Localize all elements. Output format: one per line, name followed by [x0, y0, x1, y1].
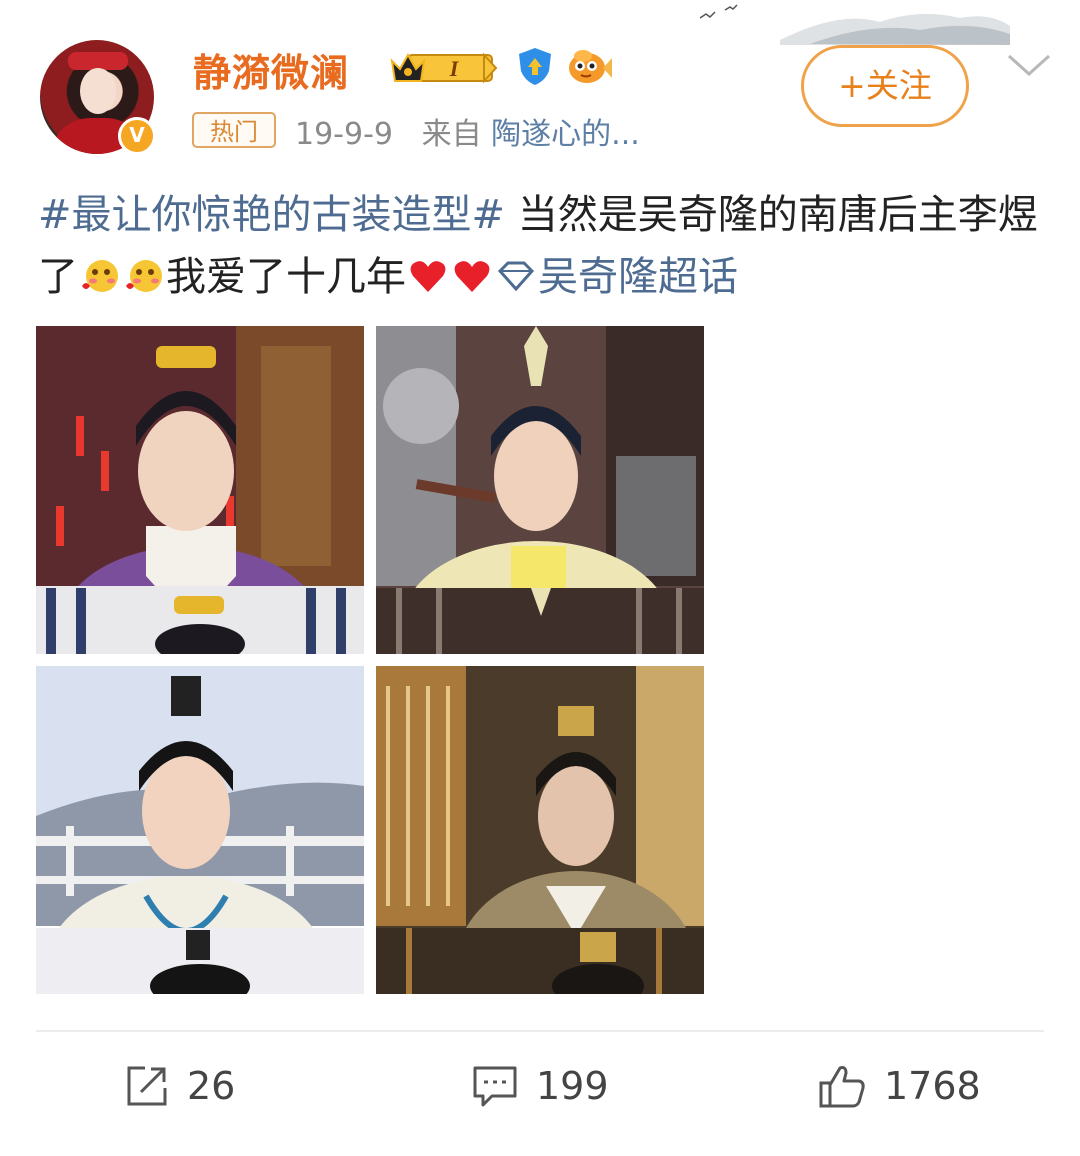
- post-text-part2: 我爱了十几年: [166, 254, 406, 300]
- source-link[interactable]: 陶遂心的...: [491, 117, 640, 152]
- photo-1[interactable]: [36, 326, 364, 654]
- post-text: #最让你惊艳的古装造型# 当然是吴奇隆的南唐后主李煜了 我爱了十几年 吴奇隆超话: [38, 184, 1048, 308]
- hot-tag: 热门: [192, 112, 276, 148]
- blush-emoji-icon: [82, 260, 118, 292]
- like-count: 1768: [884, 1064, 981, 1108]
- member-level-badge[interactable]: I: [388, 47, 500, 87]
- repost-count: 26: [187, 1064, 236, 1108]
- like-button[interactable]: 1768: [818, 1058, 981, 1114]
- topic-link[interactable]: #最让你惊艳的古装造型#: [38, 192, 505, 238]
- photo-4[interactable]: [376, 666, 704, 994]
- source-prefix: 来自: [421, 117, 482, 152]
- fish-icon[interactable]: [565, 44, 613, 88]
- post-date: 19-9-9: [295, 117, 393, 152]
- photo-2[interactable]: [376, 326, 704, 654]
- photo-3[interactable]: [36, 666, 364, 994]
- decorative-landscape: [699, 4, 1010, 45]
- like-icon: [819, 1066, 865, 1108]
- repost-button[interactable]: 26: [125, 1058, 235, 1114]
- divider: [36, 1030, 1044, 1032]
- comment-count: 199: [536, 1064, 609, 1108]
- repost-icon: [127, 1066, 167, 1106]
- follow-button[interactable]: +关注: [801, 45, 969, 127]
- chevron-down-icon[interactable]: [1005, 50, 1053, 80]
- verified-badge: V: [118, 117, 156, 155]
- shield-icon[interactable]: [514, 45, 556, 87]
- heart-icon: [410, 261, 446, 292]
- username[interactable]: 静漪微澜: [193, 42, 349, 97]
- comment-button[interactable]: 199: [472, 1058, 609, 1114]
- blush-emoji-icon: [126, 260, 162, 292]
- heart-icon: [454, 261, 490, 292]
- level-text: I: [449, 56, 460, 81]
- diamond-icon: [497, 261, 535, 292]
- comment-icon: [473, 1066, 517, 1107]
- supertopic-link[interactable]: 吴奇隆超话: [538, 254, 738, 300]
- post-meta: 19-9-9 来自 陶遂心的...: [295, 109, 640, 153]
